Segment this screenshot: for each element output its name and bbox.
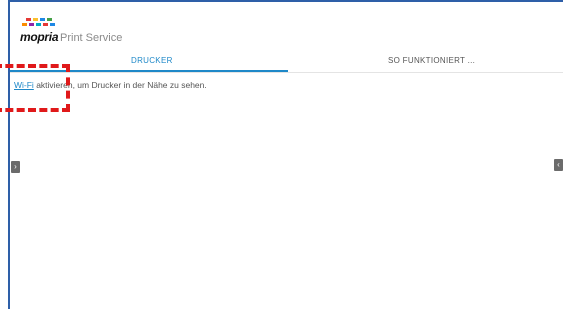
logo-text: mopria	[20, 30, 59, 44]
highlight-annotation-box	[0, 64, 70, 112]
mopria-logo: mopria	[20, 18, 64, 44]
chevron-left-icon[interactable]: ‹	[554, 159, 563, 171]
more-vert-icon[interactable]: ⋮	[559, 24, 563, 36]
chevron-right-icon[interactable]: ›	[11, 161, 20, 173]
tab-so-funktioniert[interactable]: SO FUNKTIONIERT ...	[388, 56, 475, 65]
app-header: mopria Print Service ⋮	[10, 2, 563, 46]
window-border-left	[8, 0, 10, 309]
app-title: Print Service	[60, 32, 123, 44]
tab-divider	[10, 72, 563, 73]
tab-drucker[interactable]: DRUCKER	[131, 56, 173, 65]
